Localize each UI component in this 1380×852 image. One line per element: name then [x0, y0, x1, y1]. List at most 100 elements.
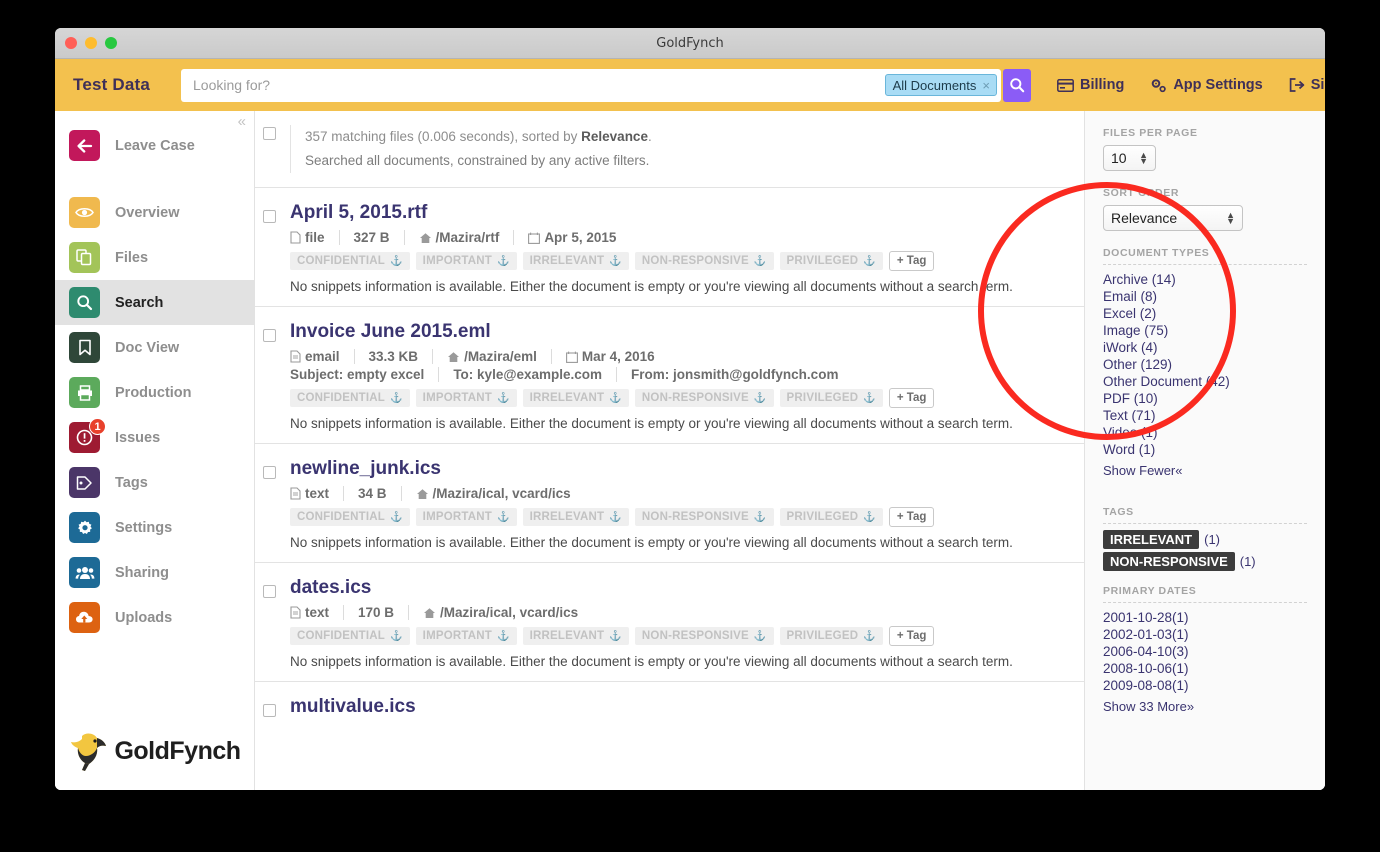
close-icon[interactable]: ×	[982, 79, 990, 92]
close-window-button[interactable]	[65, 37, 77, 49]
filter-tag-chip[interactable]: IRRELEVANT	[1103, 530, 1199, 549]
document-type-item[interactable]: PDF (10)	[1103, 390, 1307, 407]
add-tag-button[interactable]: + Tag	[889, 626, 935, 646]
document-type-item[interactable]: iWork (4)	[1103, 339, 1307, 356]
document-type-item[interactable]: Word (1)	[1103, 441, 1307, 458]
select-all-checkbox[interactable]	[263, 127, 276, 140]
result-checkbox[interactable]	[263, 329, 276, 342]
document-type-item[interactable]: Image (75)	[1103, 322, 1307, 339]
document-type-item[interactable]: Other (129)	[1103, 356, 1307, 373]
case-title[interactable]: Test Data	[73, 75, 181, 95]
sidebar-item-production[interactable]: Production	[55, 370, 254, 415]
add-tag-label: Tag	[907, 392, 927, 404]
tag-pill[interactable]: PRIVILEGED⚓	[780, 389, 883, 407]
tag-pill[interactable]: NON-RESPONSIVE⚓	[635, 508, 774, 526]
add-tag-button[interactable]: + Tag	[889, 388, 935, 408]
app-settings-label: App Settings	[1173, 77, 1262, 93]
document-type-item[interactable]: Archive (14)	[1103, 271, 1307, 288]
window-controls[interactable]	[65, 37, 117, 49]
add-tag-label: Tag	[907, 255, 927, 267]
result-meta: text 170 B /Mazira/ical, vcard/ics	[290, 605, 1070, 620]
tag-pill[interactable]: CONFIDENTIAL⚓	[290, 252, 410, 270]
pin-icon: ⚓	[497, 393, 510, 404]
result-checkbox[interactable]	[263, 585, 276, 598]
search-submit-button[interactable]	[1003, 69, 1031, 102]
tag-pill[interactable]: IMPORTANT⚓	[416, 389, 517, 407]
tag-pill[interactable]: IMPORTANT⚓	[416, 252, 517, 270]
sign-out-link[interactable]: Sign out	[1289, 77, 1325, 93]
result-title[interactable]: multivalue.ics	[290, 696, 1070, 718]
add-tag-button[interactable]: + Tag	[889, 507, 935, 527]
tag-pill[interactable]: NON-RESPONSIVE⚓	[635, 389, 774, 407]
document-type-item[interactable]: Video (1)	[1103, 424, 1307, 441]
tag-pill[interactable]: NON-RESPONSIVE⚓	[635, 252, 774, 270]
maximize-window-button[interactable]	[105, 37, 117, 49]
tag-pill[interactable]: IRRELEVANT⚓	[523, 508, 629, 526]
sidebar-item-settings[interactable]: Settings	[55, 505, 254, 550]
primary-date-item[interactable]: 2002-01-03(1)	[1103, 626, 1307, 643]
tag-pill[interactable]: PRIVILEGED⚓	[780, 508, 883, 526]
add-tag-button[interactable]: + Tag	[889, 251, 935, 271]
result-tag-row: CONFIDENTIAL⚓ IMPORTANT⚓ IRRELEVANT⚓ NON…	[290, 388, 1070, 408]
files-per-page-select[interactable]: 10 ▲▼	[1103, 145, 1156, 171]
document-type-item[interactable]: Other Document (42)	[1103, 373, 1307, 390]
primary-date-item[interactable]: 2001-10-28(1)	[1103, 609, 1307, 626]
sidebar-item-leave-case[interactable]: Leave Case	[55, 123, 254, 168]
result-select-cell	[255, 577, 290, 669]
document-type-item[interactable]: Excel (2)	[1103, 305, 1307, 322]
filter-tag-chip[interactable]: NON-RESPONSIVE	[1103, 552, 1235, 571]
window-title: GoldFynch	[55, 28, 1325, 59]
tag-pill[interactable]: NON-RESPONSIVE⚓	[635, 627, 774, 645]
search-scope-pill[interactable]: All Documents ×	[885, 74, 997, 96]
tag-pill[interactable]: IMPORTANT⚓	[416, 627, 517, 645]
sidebar-item-tags[interactable]: Tags	[55, 460, 254, 505]
document-icon	[290, 606, 301, 619]
sidebar-item-overview[interactable]: Overview	[55, 190, 254, 235]
result-tag-row: CONFIDENTIAL⚓ IMPORTANT⚓ IRRELEVANT⚓ NON…	[290, 507, 1070, 527]
result-title[interactable]: April 5, 2015.rtf	[290, 202, 1070, 224]
tag-pill[interactable]: CONFIDENTIAL⚓	[290, 508, 410, 526]
sidebar-item-uploads[interactable]: Uploads	[55, 595, 254, 640]
document-type-item[interactable]: Email (8)	[1103, 288, 1307, 305]
tag-pill[interactable]: PRIVILEGED⚓	[780, 252, 883, 270]
tag-pill[interactable]: IRRELEVANT⚓	[523, 252, 629, 270]
result-title[interactable]: Invoice June 2015.eml	[290, 321, 1070, 343]
search-input[interactable]	[181, 70, 885, 101]
sidebar-item-issues[interactable]: 1 Issues	[55, 415, 254, 460]
tag-pill[interactable]: IRRELEVANT⚓	[523, 627, 629, 645]
result-checkbox[interactable]	[263, 210, 276, 223]
document-type-item[interactable]: Text (71)	[1103, 407, 1307, 424]
sidebar-item-sharing[interactable]: Sharing	[55, 550, 254, 595]
tag-pill-label: IRRELEVANT	[530, 630, 605, 642]
pin-icon: ⚓	[754, 256, 767, 267]
tag-pill[interactable]: IRRELEVANT⚓	[523, 389, 629, 407]
result-title[interactable]: dates.ics	[290, 577, 1070, 599]
primary-date-item[interactable]: 2009-08-08(1)	[1103, 677, 1307, 694]
search-bar: All Documents ×	[181, 69, 1001, 102]
minimize-window-button[interactable]	[85, 37, 97, 49]
tag-pill[interactable]: CONFIDENTIAL⚓	[290, 627, 410, 645]
select-all-cell	[255, 125, 291, 173]
tag-pill[interactable]: IMPORTANT⚓	[416, 508, 517, 526]
pin-icon: ⚓	[390, 631, 403, 642]
primary-date-item[interactable]: 2006-04-10(3)	[1103, 643, 1307, 660]
sidebar-item-files[interactable]: Files	[55, 235, 254, 280]
tag-pill[interactable]: PRIVILEGED⚓	[780, 627, 883, 645]
billing-link[interactable]: Billing	[1057, 77, 1124, 93]
primary-dates-show-more-link[interactable]: Show 33 More»	[1103, 699, 1194, 714]
sort-order-select[interactable]: Relevance ▲▼	[1103, 205, 1243, 231]
result-title[interactable]: newline_junk.ics	[290, 458, 1070, 480]
document-types-show-fewer-link[interactable]: Show Fewer«	[1103, 463, 1182, 478]
result-checkbox[interactable]	[263, 704, 276, 717]
sidebar-item-search[interactable]: Search	[55, 280, 254, 325]
result-path-label: /Mazira/eml	[464, 349, 537, 364]
app-settings-link[interactable]: App Settings	[1150, 77, 1262, 93]
result-date-label: Apr 5, 2015	[544, 230, 616, 245]
sidebar-item-doc-view[interactable]: Doc View	[55, 325, 254, 370]
brand-name: GoldFynch	[114, 737, 240, 766]
result-checkbox[interactable]	[263, 466, 276, 479]
tag-pill[interactable]: CONFIDENTIAL⚓	[290, 389, 410, 407]
result-size: 327 B	[339, 230, 404, 245]
primary-date-item[interactable]: 2008-10-06(1)	[1103, 660, 1307, 677]
result-snippet: No snippets information is available. Ei…	[290, 416, 1070, 431]
